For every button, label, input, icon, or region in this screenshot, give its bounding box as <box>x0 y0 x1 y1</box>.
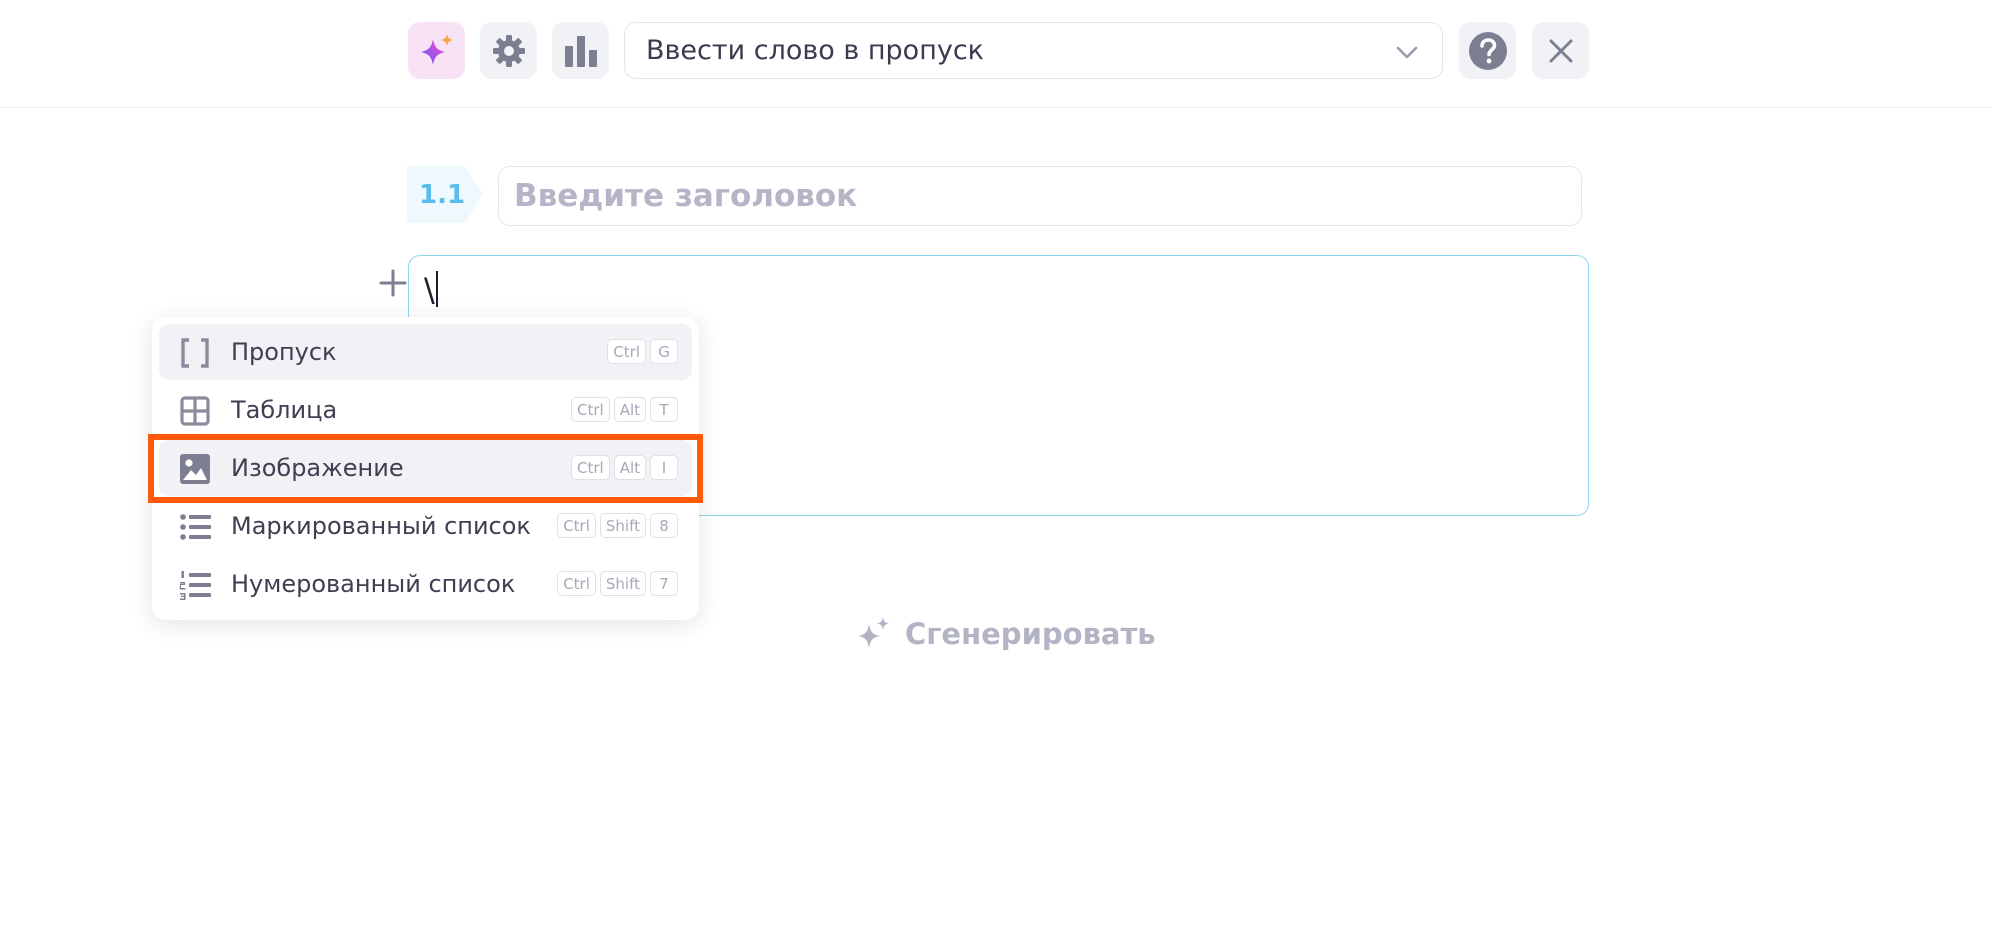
sparkle-icon <box>420 33 453 65</box>
shortcut-key: Ctrl <box>557 571 596 596</box>
gear-icon <box>492 34 525 67</box>
shortcut-key: Alt <box>613 397 646 422</box>
shortcut-key: Shift <box>599 513 646 538</box>
brackets-icon <box>181 338 209 368</box>
menu-item-numbered-list[interactable]: Нумерованный список Ctrl Shift 7 <box>159 556 692 612</box>
bullet-list-icon <box>180 514 211 540</box>
sparkle-icon <box>858 617 889 648</box>
image-icon <box>180 454 210 484</box>
menu-item-image[interactable]: Изображение Ctrl Alt I <box>159 440 692 496</box>
close-icon <box>1549 39 1572 62</box>
insert-block-menu: Пропуск Ctrl G Таблица Ctrl Alt T Изобра… <box>152 317 699 620</box>
top-toolbar: Ввести слово в пропуск <box>0 0 1992 108</box>
question-number-badge: 1.1 <box>407 166 483 223</box>
help-button[interactable] <box>1459 22 1516 79</box>
shortcut-key: Ctrl <box>607 339 646 364</box>
menu-item-bullet-list[interactable]: Маркированный список Ctrl Shift 8 <box>159 498 692 554</box>
shortcut-keys: Ctrl Alt T <box>570 397 678 422</box>
question-icon <box>1468 31 1507 70</box>
shortcut-key: Ctrl <box>557 513 596 538</box>
bar-chart-icon <box>564 35 597 67</box>
shortcut-key: T <box>650 397 678 422</box>
shortcut-key: Shift <box>599 571 646 596</box>
shortcut-key: I <box>650 455 678 480</box>
mode-select[interactable]: Ввести слово в пропуск <box>624 22 1443 79</box>
add-block-icon[interactable] <box>378 268 408 298</box>
numbered-list-icon <box>179 571 211 600</box>
editor-text: \ <box>424 271 435 309</box>
question-number: 1.1 <box>419 179 466 210</box>
menu-item-label: Маркированный список <box>231 512 531 540</box>
shortcut-keys: Ctrl Alt I <box>570 455 678 480</box>
menu-item-gap[interactable]: Пропуск Ctrl G <box>159 324 692 380</box>
statistics-button[interactable] <box>552 22 609 79</box>
shortcut-key: 8 <box>650 513 678 538</box>
shortcut-keys: Ctrl Shift 7 <box>557 571 678 596</box>
close-button[interactable] <box>1532 22 1589 79</box>
editor-content: \ <box>424 271 438 309</box>
shortcut-key: Ctrl <box>570 397 610 422</box>
chevron-down-icon <box>1396 46 1418 59</box>
table-icon <box>180 396 210 426</box>
menu-item-label: Таблица <box>231 396 338 424</box>
menu-item-label: Изображение <box>231 454 404 482</box>
shortcut-key: Ctrl <box>570 455 610 480</box>
shortcut-key: G <box>650 339 678 364</box>
mode-select-value: Ввести слово в пропуск <box>646 35 984 66</box>
text-caret <box>435 271 438 307</box>
shortcut-keys: Ctrl G <box>607 339 678 364</box>
ai-assistant-button[interactable] <box>408 22 465 79</box>
shortcut-key: Alt <box>613 455 646 480</box>
settings-button[interactable] <box>480 22 537 79</box>
menu-item-table[interactable]: Таблица Ctrl Alt T <box>159 382 692 438</box>
shortcut-key: 7 <box>650 571 678 596</box>
menu-item-label: Пропуск <box>231 338 337 366</box>
question-title-input[interactable] <box>498 166 1582 226</box>
generate-label: Сгенерировать <box>905 617 1156 651</box>
shortcut-keys: Ctrl Shift 8 <box>557 513 678 538</box>
menu-item-label: Нумерованный список <box>231 570 516 598</box>
generate-button[interactable]: Сгенерировать <box>855 612 1156 656</box>
